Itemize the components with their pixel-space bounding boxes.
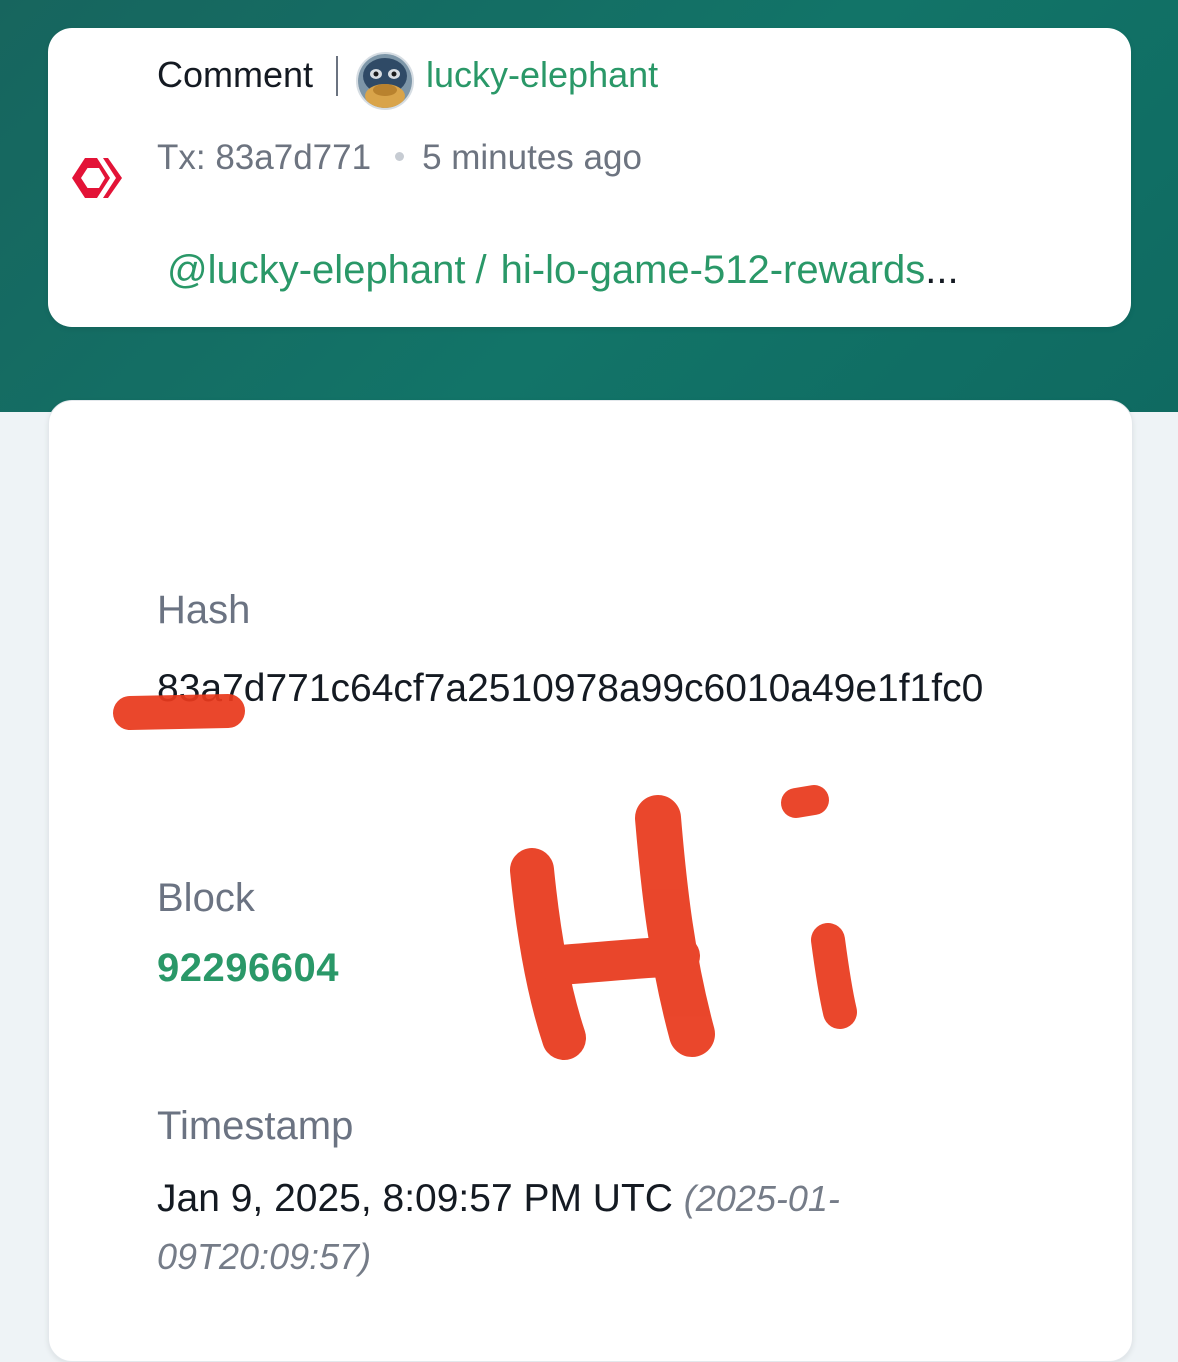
user-avatar[interactable]	[356, 52, 414, 110]
tx-meta: Tx: 83a7d771 5 minutes ago	[157, 138, 642, 178]
permlink-ellipsis: ...	[925, 248, 959, 292]
permlink-separator: /	[475, 248, 487, 292]
timestamp-text: Jan 9, 2025, 8:09:57 PM UTC	[157, 1177, 673, 1220]
hash-label: Hash	[157, 588, 251, 632]
hive-logo-icon	[72, 158, 122, 198]
permlink-author[interactable]: @lucky-elephant	[167, 248, 466, 292]
author-link[interactable]: lucky-elephant	[426, 54, 658, 96]
block-link[interactable]: 92296604	[157, 946, 339, 991]
permlink-slug[interactable]: hi-lo-game-512-rewards	[501, 248, 926, 292]
block-label: Block	[157, 876, 255, 920]
operation-type-label: Comment	[157, 54, 314, 95]
time-ago: 5 minutes ago	[422, 138, 642, 177]
timestamp-value: Jan 9, 2025, 8:09:57 PM UTC (2025-01-09T…	[157, 1170, 1017, 1286]
timestamp-label: Timestamp	[157, 1104, 354, 1148]
hash-value: 83a7d771c64cf7a2510978a99c6010a49e1f1fc0	[157, 667, 984, 710]
title-divider	[336, 56, 338, 96]
separator-dot	[395, 152, 405, 162]
tx-id-link[interactable]: Tx: 83a7d771	[157, 138, 371, 177]
permlink[interactable]: @lucky-elephant / hi-lo-game-512-rewards..…	[167, 248, 959, 293]
avatar-image	[358, 54, 412, 108]
